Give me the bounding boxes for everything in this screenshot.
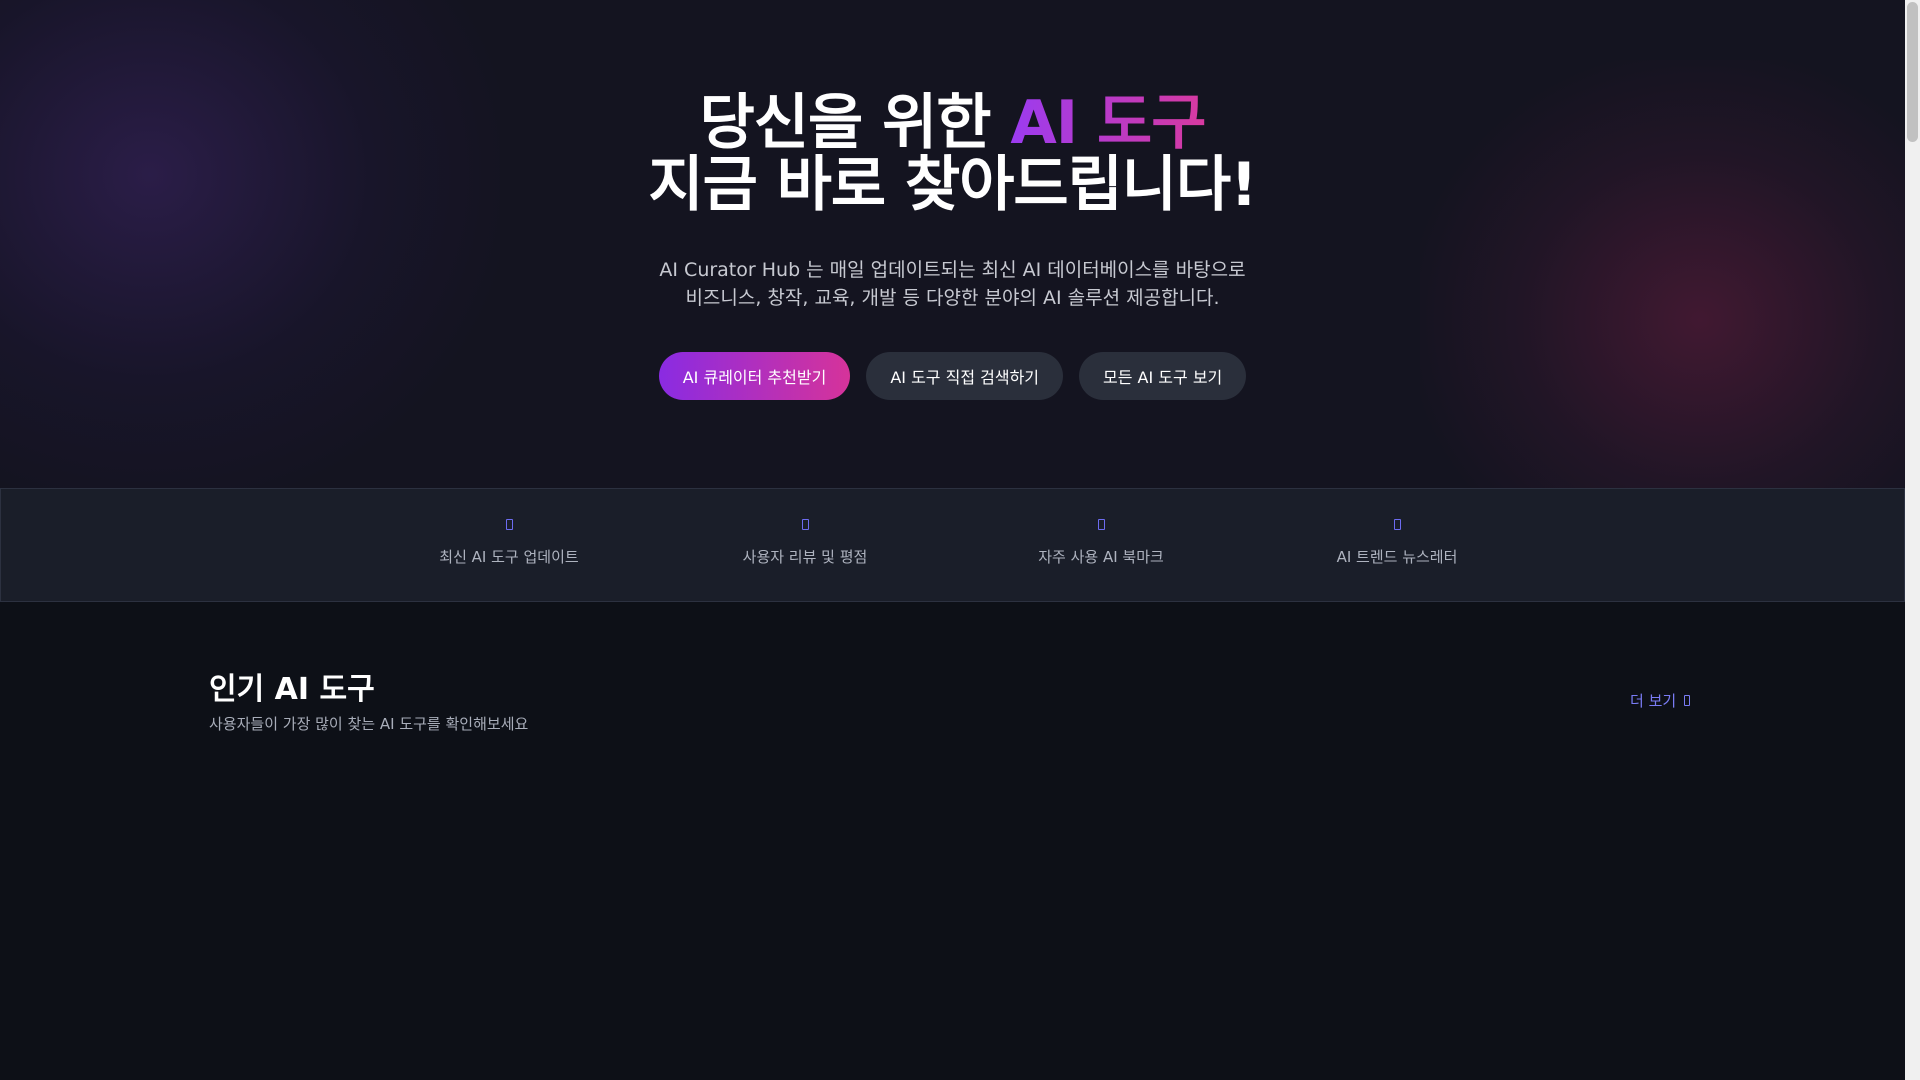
newsletter-icon bbox=[1393, 519, 1401, 530]
popular-section-subtitle: 사용자들이 가장 많이 찾는 AI 도구를 확인해보세요 bbox=[209, 715, 529, 733]
hero-section: 당신을 위한 AI 도구 지금 바로 찾아드립니다! AI Curator Hu… bbox=[0, 0, 1905, 488]
feature-newsletter: AI 트렌드 뉴스레터 bbox=[1287, 519, 1507, 567]
feature-label: 최신 AI 도구 업데이트 bbox=[439, 548, 579, 566]
all-ai-tools-button[interactable]: 모든 AI 도구 보기 bbox=[1079, 352, 1247, 400]
review-icon bbox=[801, 519, 809, 530]
more-link-label: 더 보기 bbox=[1630, 692, 1677, 710]
feature-user-reviews: 사용자 리뷰 및 평점 bbox=[695, 519, 915, 567]
bookmark-icon bbox=[1097, 519, 1105, 530]
popular-section-title: 인기 AI 도구 bbox=[209, 672, 375, 707]
hero-title: 당신을 위한 AI 도구 지금 바로 찾아드립니다! bbox=[0, 92, 1905, 216]
vertical-scrollbar[interactable] bbox=[1905, 0, 1920, 1080]
hero-title-prefix: 당신을 위한 bbox=[699, 88, 1011, 158]
feature-label: 사용자 리뷰 및 평점 bbox=[742, 548, 868, 566]
hero-glow-left bbox=[0, 0, 500, 488]
feature-label: AI 트렌드 뉴스레터 bbox=[1336, 548, 1458, 566]
hero-title-line2: 지금 바로 찾아드립니다! bbox=[648, 150, 1257, 220]
update-icon bbox=[505, 519, 513, 530]
ai-curator-recommend-button[interactable]: AI 큐레이터 추천받기 bbox=[658, 352, 851, 400]
hero-title-accent: AI 도구 bbox=[1010, 88, 1206, 158]
ai-tool-search-button[interactable]: AI 도구 직접 검색하기 bbox=[866, 352, 1064, 400]
more-link[interactable]: 더 보기 bbox=[1630, 690, 1691, 711]
feature-label: 자주 사용 AI 북마크 bbox=[1038, 548, 1164, 566]
hero-description-line2: 비즈니스, 창작, 교육, 개발 등 다양한 분야의 AI 솔루션 제공합니다. bbox=[685, 287, 1220, 309]
scrollbar-thumb[interactable] bbox=[1907, 2, 1918, 142]
page: 당신을 위한 AI 도구 지금 바로 찾아드립니다! AI Curator Hu… bbox=[0, 0, 1905, 1080]
feature-bookmarks: 자주 사용 AI 북마크 bbox=[991, 519, 1211, 567]
chevron-right-icon bbox=[1684, 695, 1691, 706]
hero-buttons: AI 큐레이터 추천받기 AI 도구 직접 검색하기 모든 AI 도구 보기 bbox=[0, 352, 1905, 400]
hero-description: AI Curator Hub 는 매일 업데이트되는 최신 AI 데이터베이스를… bbox=[0, 256, 1905, 312]
feature-strip: 최신 AI 도구 업데이트 사용자 리뷰 및 평점 자주 사용 AI 북마크 A… bbox=[0, 488, 1905, 602]
feature-latest-updates: 최신 AI 도구 업데이트 bbox=[399, 519, 619, 567]
hero-description-line1: AI Curator Hub 는 매일 업데이트되는 최신 AI 데이터베이스를… bbox=[659, 259, 1246, 281]
